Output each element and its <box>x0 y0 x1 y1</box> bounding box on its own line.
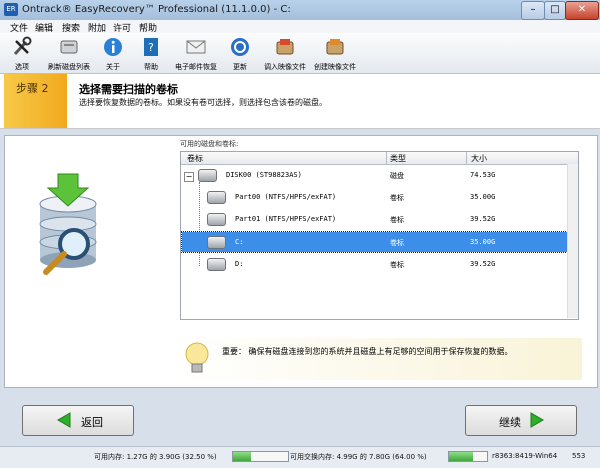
volume-icon <box>207 213 226 226</box>
svg-text:?: ? <box>148 41 154 54</box>
swap-status: 可用交换内存: 4.99G 的 7.80G (64.00 %) <box>290 453 427 461</box>
load-image-icon <box>276 39 294 55</box>
toolbar-help-button[interactable]: ? 帮助 <box>136 35 166 71</box>
disks-label: 可用的磁盘和卷标: <box>180 140 239 148</box>
help-book-icon: ? <box>144 38 158 56</box>
update-globe-icon <box>231 38 249 56</box>
row-type: 卷标 <box>390 239 404 247</box>
row-type: 卷标 <box>390 261 404 269</box>
column-size[interactable]: 大小 <box>471 153 487 164</box>
volume-icon <box>207 258 226 271</box>
volume-icon <box>207 236 226 249</box>
step-header: 步骤 2 选择需要扫描的卷标 选择要恢复数据的卷标。如果没有卷可选择，则选择包含… <box>0 74 600 129</box>
row-size: 74.53G <box>470 171 496 179</box>
database-search-icon <box>39 173 97 275</box>
row-name: DISK00 (ST98823AS) <box>226 171 302 179</box>
row-type: 卷标 <box>390 194 404 202</box>
toolbar-update-label: 更新 <box>233 63 247 71</box>
table-row-selected[interactable]: C: 卷标 35.00G <box>181 231 568 253</box>
continue-button-label: 继续 <box>499 416 521 429</box>
column-volume[interactable]: 卷标 <box>187 153 203 164</box>
row-type: 卷标 <box>390 216 404 224</box>
tip-box <box>178 338 582 380</box>
row-size: 39.52G <box>470 215 496 223</box>
toolbar: 选项 刷新磁盘列表 关于 ? 帮助 电子邮件恢复 更新 调入映像文件 创建映像文… <box>0 33 600 74</box>
toolbar-create-image-button[interactable]: 创建映像文件 <box>310 35 360 71</box>
minimize-button[interactable]: – <box>521 1 545 20</box>
arrow-left-icon <box>57 412 71 428</box>
step-title: 选择需要扫描的卷标 <box>79 83 178 96</box>
toolbar-about-label: 关于 <box>106 63 120 71</box>
lightbulb-icon <box>185 342 209 373</box>
swap-progress <box>448 451 488 462</box>
column-type[interactable]: 类型 <box>390 153 406 164</box>
row-name: C: <box>235 238 244 246</box>
memory-progress-fill <box>233 452 251 461</box>
memory-status: 可用内存: 1.27G 的 3.90G (32.50 %) <box>94 453 217 461</box>
info-icon <box>104 38 122 56</box>
table-row[interactable]: Part01 (NTFS/HPFS/exFAT) 卷标 39.52G <box>182 209 567 229</box>
step-badge: 步骤 2 <box>4 74 67 128</box>
row-size: 35.00G <box>470 238 496 246</box>
swap-progress-fill <box>449 452 474 461</box>
toolbar-load-image-button[interactable]: 调入映像文件 <box>260 35 310 71</box>
toolbar-about-button[interactable]: 关于 <box>98 35 128 71</box>
maximize-button[interactable]: □ <box>544 1 566 20</box>
toolbar-refresh-button[interactable]: 刷新磁盘列表 <box>42 35 96 71</box>
toolbar-load-image-label: 调入映像文件 <box>264 63 306 71</box>
volume-icon <box>207 191 226 204</box>
toolbar-options-button[interactable]: 选项 <box>5 35 39 71</box>
toolbar-options-label: 选项 <box>15 63 29 71</box>
step-description: 选择要恢复数据的卷标。如果没有卷可选择，则选择包含该卷的磁盘。 <box>79 98 327 107</box>
row-size: 35.00G <box>470 193 496 201</box>
row-name: Part01 (NTFS/HPFS/exFAT) <box>235 215 337 223</box>
table-scrollbar[interactable] <box>567 164 578 318</box>
tools-icon <box>13 36 32 56</box>
app-icon: ER <box>4 3 18 16</box>
continue-button[interactable]: 继续 <box>465 405 577 436</box>
toolbar-update-button[interactable]: 更新 <box>225 35 255 71</box>
column-divider[interactable] <box>466 152 467 164</box>
build-code: 553 <box>572 452 586 460</box>
create-image-icon <box>326 39 344 55</box>
arrow-right-icon <box>530 412 544 428</box>
disk-refresh-icon <box>60 40 78 54</box>
toolbar-create-image-label: 创建映像文件 <box>314 63 356 71</box>
tip-text: 重要： 确保有磁盘连接到您的系统并且磁盘上有足够的空间用于保存恢复的数据。 <box>222 347 513 356</box>
build-info: r8363:8419-Win64 <box>492 452 558 460</box>
table-row[interactable]: DISK00 (ST98823AS) 磁盘 74.53G <box>182 165 567 185</box>
status-bar: 可用内存: 1.27G 的 3.90G (32.50 %) 可用交换内存: 4.… <box>0 446 600 468</box>
table-row[interactable]: Part00 (NTFS/HPFS/exFAT) 卷标 35.00G <box>182 187 567 207</box>
toolbar-help-label: 帮助 <box>144 63 158 71</box>
back-button-label: 返回 <box>81 416 103 429</box>
menu-bar: 文件 编辑 搜索 附加 许可 帮助 <box>0 20 600 34</box>
row-type: 磁盘 <box>390 172 404 180</box>
step-number: 步骤 2 <box>16 82 49 95</box>
window-title: Ontrack® EasyRecovery™ Professional (11.… <box>22 4 291 15</box>
back-button[interactable]: 返回 <box>22 405 134 436</box>
row-name: D: <box>235 260 244 268</box>
close-button[interactable]: ✕ <box>565 1 599 20</box>
toolbar-email-button[interactable]: 电子邮件恢复 <box>170 35 222 71</box>
hard-disk-icon <box>198 169 217 182</box>
disk-volume-table: 卷标 类型 大小 − DISK00 (ST98823AS) 磁盘 74.53G … <box>180 151 579 320</box>
table-header: 卷标 类型 大小 <box>181 152 578 165</box>
toolbar-refresh-label: 刷新磁盘列表 <box>48 63 90 71</box>
row-size: 39.52G <box>470 260 496 268</box>
toolbar-email-label: 电子邮件恢复 <box>175 63 217 71</box>
envelope-icon <box>186 40 206 54</box>
column-divider[interactable] <box>386 152 387 164</box>
table-row[interactable]: D: 卷标 39.52G <box>182 254 567 274</box>
memory-progress <box>232 451 289 462</box>
title-bar: ER Ontrack® EasyRecovery™ Professional (… <box>0 0 600 21</box>
row-name: Part00 (NTFS/HPFS/exFAT) <box>235 193 337 201</box>
